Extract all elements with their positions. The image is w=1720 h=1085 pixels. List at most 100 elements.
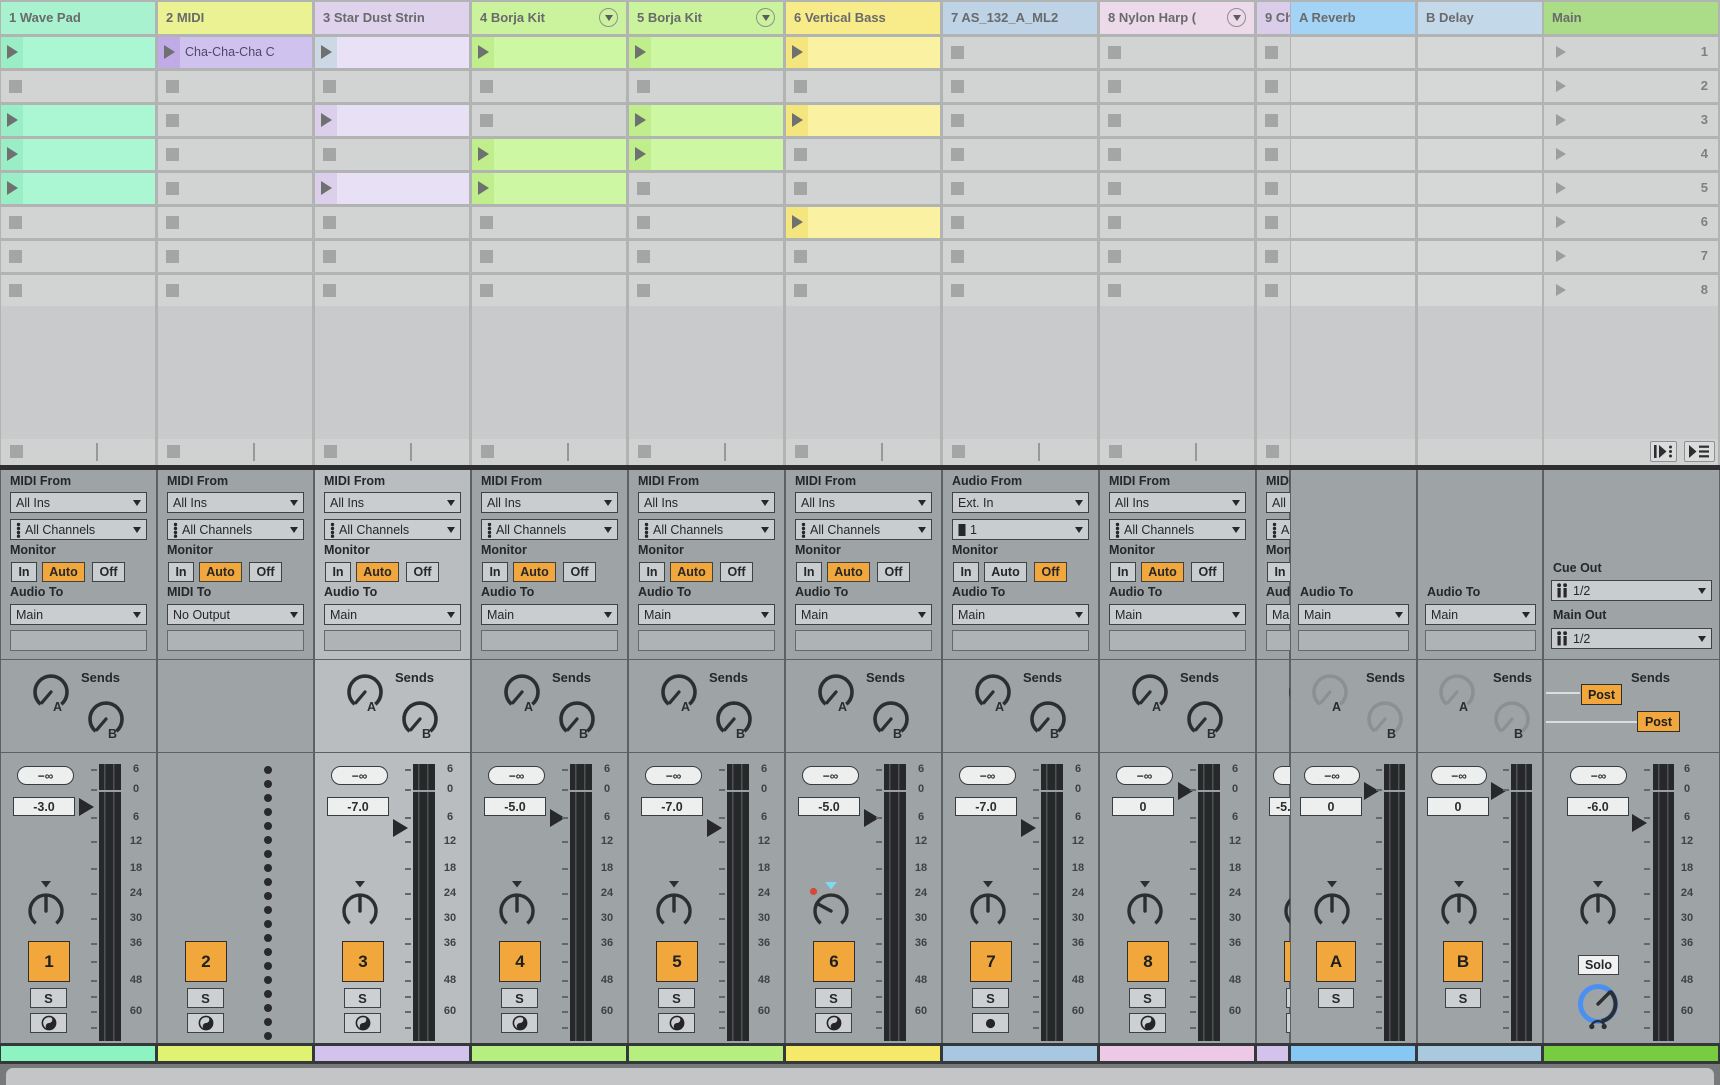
send-b-knob[interactable]: B	[1182, 698, 1228, 745]
input-type-select[interactable]: All Ins	[1109, 492, 1246, 513]
clip-stop-slot[interactable]	[943, 139, 1097, 170]
pan-knob[interactable]	[1309, 878, 1355, 930]
monitor-in-button[interactable]: In	[1110, 562, 1136, 582]
clip-body[interactable]	[23, 105, 155, 136]
clip-stop-slot[interactable]	[943, 275, 1097, 306]
clip-launch-zone[interactable]	[158, 37, 180, 68]
stop-clips-button[interactable]	[167, 445, 180, 458]
arm-button[interactable]	[30, 1013, 67, 1033]
volume-value[interactable]: -7.0	[641, 797, 703, 816]
clip-body[interactable]: Cha-Cha-Cha C	[180, 37, 312, 68]
input-type-select[interactable]: All Ins	[481, 492, 618, 513]
clip-stop-slot[interactable]	[472, 207, 626, 238]
clip-stop-slot[interactable]	[158, 275, 312, 306]
clip-stop-slot[interactable]	[1257, 37, 1290, 68]
solo-button[interactable]: S	[1318, 988, 1354, 1008]
output-type-select[interactable]: Main	[10, 604, 147, 625]
output-type-select[interactable]: Main	[795, 604, 932, 625]
clip-stop-row[interactable]	[1544, 439, 1718, 465]
peak-level-display[interactable]: −∞	[1273, 766, 1290, 785]
clip-slot[interactable]	[315, 37, 469, 68]
solo-button[interactable]: S	[501, 988, 538, 1008]
pan-knob[interactable]	[23, 878, 69, 930]
clip-stop-slot[interactable]	[315, 139, 469, 170]
preview-volume-knob[interactable]	[1569, 977, 1627, 1035]
send-b-knob[interactable]: B	[1489, 698, 1535, 745]
clip-stop-slot[interactable]	[315, 71, 469, 102]
clip-stop-slot[interactable]	[1257, 71, 1290, 102]
send-a-knob[interactable]: A	[1307, 671, 1353, 718]
clip-stop-slot[interactable]	[943, 241, 1097, 272]
clip-slot[interactable]	[1, 37, 155, 68]
track-number-button[interactable]: 4	[499, 941, 541, 982]
clip-body[interactable]	[23, 37, 155, 68]
clip-slot[interactable]	[315, 105, 469, 136]
clip-launch-zone[interactable]	[472, 173, 494, 204]
pan-knob[interactable]	[337, 878, 383, 930]
input-channel-select[interactable]: All Channels	[638, 519, 775, 540]
monitor-auto-button[interactable]: Auto	[1141, 562, 1184, 582]
peak-level-display[interactable]: −∞	[1116, 766, 1173, 785]
clip-stop-slot[interactable]	[1100, 71, 1254, 102]
track-number-button[interactable]: 6	[813, 941, 855, 982]
output-type-select[interactable]: Main	[481, 604, 618, 625]
clip-stop-slot[interactable]	[629, 173, 783, 204]
monitor-auto-button[interactable]: Auto	[356, 562, 399, 582]
clip-stop-row[interactable]	[1418, 439, 1542, 465]
track-header[interactable]: 2 MIDI	[158, 2, 312, 34]
clip-launch-zone[interactable]	[629, 139, 651, 170]
volume-value[interactable]: 0	[1427, 797, 1489, 816]
clip-body[interactable]	[808, 37, 940, 68]
clip-stop-slot[interactable]	[943, 207, 1097, 238]
clip-launch-zone[interactable]	[786, 37, 808, 68]
fold-arrow-icon[interactable]	[1227, 8, 1246, 27]
output-channel-box[interactable]	[324, 630, 461, 651]
clip-stop-slot[interactable]	[1100, 173, 1254, 204]
monitor-off-button[interactable]: Off	[1034, 562, 1067, 582]
input-channel-select[interactable]: All Channels	[1109, 519, 1246, 540]
clip-body[interactable]	[23, 173, 155, 204]
input-type-select[interactable]: All Ins	[638, 492, 775, 513]
track-header[interactable]: 9 Ch	[1257, 2, 1290, 34]
solo-button[interactable]: S	[972, 988, 1009, 1008]
clip-body[interactable]	[337, 37, 469, 68]
arm-button[interactable]	[658, 1013, 695, 1033]
clip-stop-slot[interactable]	[629, 207, 783, 238]
main-out-select[interactable]: 1/2	[1551, 628, 1712, 649]
clip-stop-row[interactable]	[629, 439, 783, 465]
peak-level-display[interactable]: −∞	[331, 766, 388, 785]
pan-knob[interactable]	[1279, 878, 1290, 930]
clip-body[interactable]	[808, 207, 940, 238]
input-type-select[interactable]: All Ins	[10, 492, 147, 513]
output-channel-box[interactable]	[1266, 630, 1290, 651]
clip-stop-row[interactable]	[943, 439, 1097, 465]
monitor-in-button[interactable]: In	[482, 562, 508, 582]
clip-stop-slot[interactable]	[158, 173, 312, 204]
track-header[interactable]: 7 AS_132_A_ML2	[943, 2, 1097, 34]
solo-button[interactable]: Solo	[1578, 955, 1619, 975]
clip-slot[interactable]	[786, 207, 940, 238]
track-number-button[interactable]: A	[1316, 941, 1356, 982]
volume-value[interactable]: -5.0	[1269, 797, 1290, 816]
clip-stop-slot[interactable]	[472, 241, 626, 272]
input-channel-select[interactable]: All Channels	[324, 519, 461, 540]
track-header[interactable]: Main	[1544, 2, 1718, 34]
arm-button[interactable]	[187, 1013, 224, 1033]
send-b-knob[interactable]: B	[711, 698, 757, 745]
clip-slot[interactable]	[315, 173, 469, 204]
scene-slot[interactable]: 3	[1544, 105, 1718, 136]
monitor-auto-button[interactable]: Auto	[984, 562, 1027, 582]
output-type-select[interactable]: Main	[324, 604, 461, 625]
volume-value[interactable]: 0	[1112, 797, 1174, 816]
output-type-select[interactable]: Main	[1425, 604, 1536, 625]
input-channel-select[interactable]: All Channels	[481, 519, 618, 540]
clip-stop-slot[interactable]	[158, 139, 312, 170]
arm-button[interactable]	[1129, 1013, 1166, 1033]
send-b-knob[interactable]: B	[868, 698, 914, 745]
peak-level-display[interactable]: −∞	[1304, 766, 1360, 785]
monitor-off-button[interactable]: Off	[720, 562, 753, 582]
scene-slot[interactable]: 7	[1544, 241, 1718, 272]
send-b-knob[interactable]: B	[83, 698, 129, 745]
pan-knob[interactable]	[1436, 878, 1482, 930]
stop-clips-button[interactable]	[952, 445, 965, 458]
